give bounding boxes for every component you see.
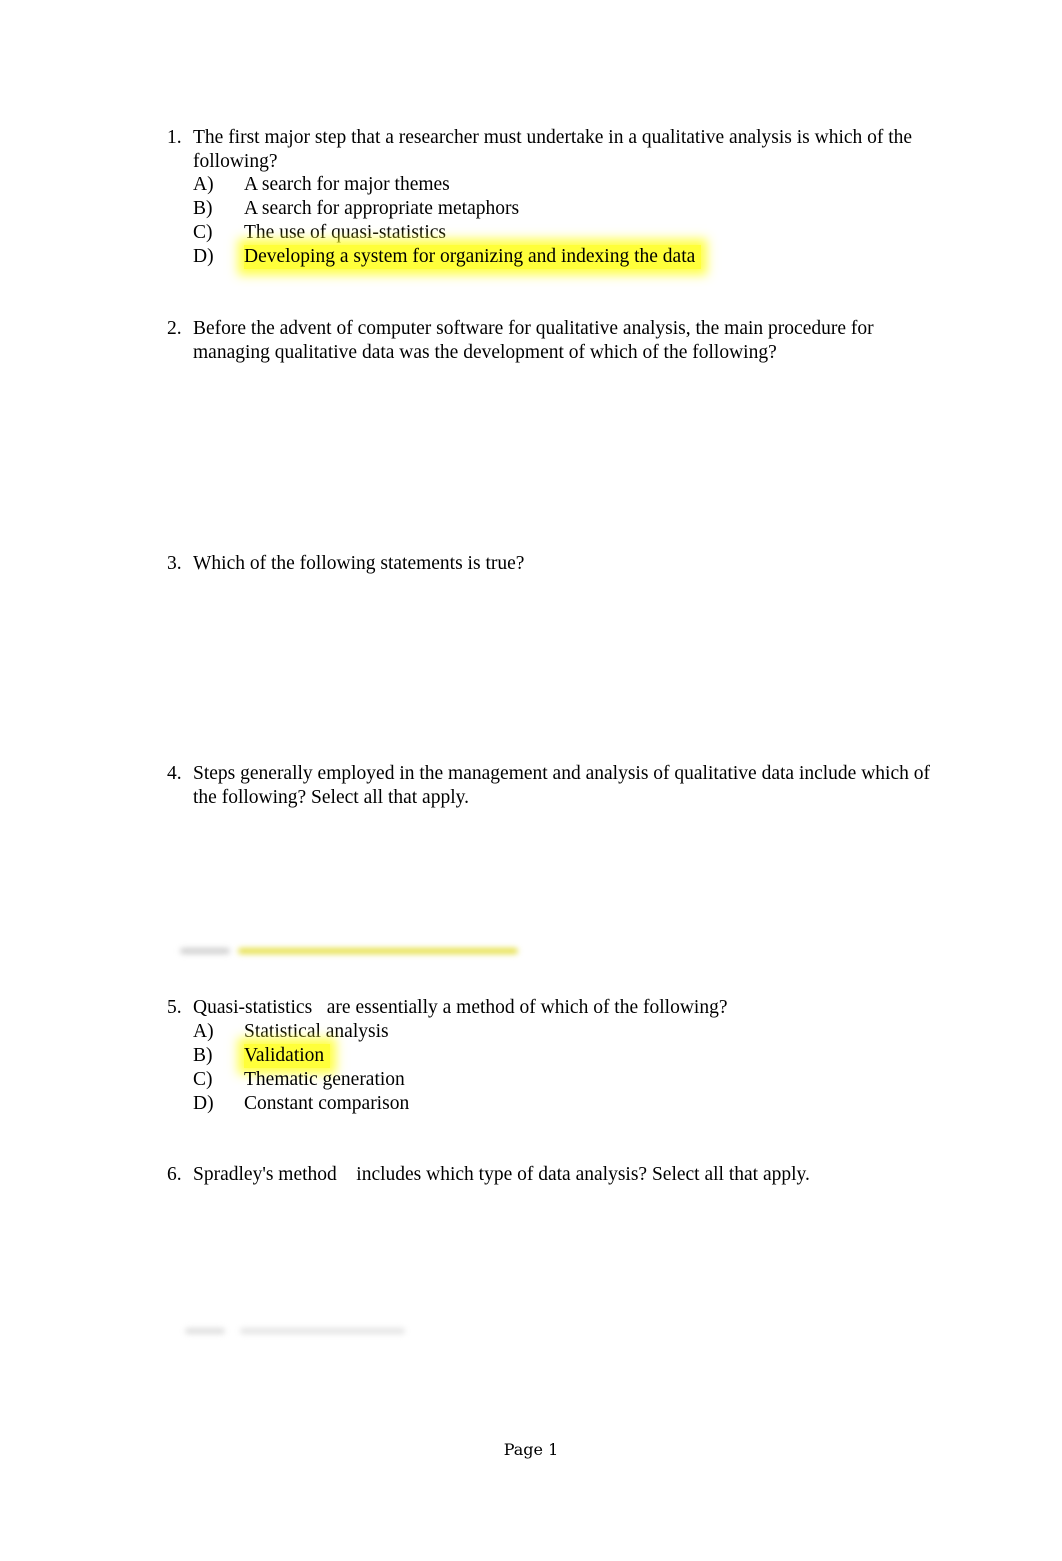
question-text: Steps generally employed in the manageme…	[193, 763, 930, 808]
option-text: Statistical analysis	[244, 1020, 389, 1042]
blurred-highlighted-answer	[238, 948, 518, 954]
option-b: B) A search for appropriate metaphors	[193, 197, 947, 221]
option-d: D) Constant comparison	[193, 1092, 947, 1116]
question-6: 6. Spradley's method includes which type…	[167, 1163, 947, 1187]
blurred-answer	[240, 1328, 405, 1334]
option-a: A) A search for major themes	[193, 173, 947, 197]
option-letter: A)	[193, 174, 214, 195]
blurred-answer-marker	[180, 948, 230, 954]
option-letter: C)	[193, 1068, 213, 1090]
option-c: C) Thematic generation	[193, 1068, 947, 1092]
option-letter: A)	[193, 1020, 214, 1042]
question-5: 5. Quasi-statistics are essentially a me…	[167, 996, 947, 1116]
option-letter: B)	[193, 1044, 213, 1066]
question-number: 2.	[167, 318, 182, 339]
option-b: B) Validation	[193, 1043, 947, 1068]
option-a: A) Statistical analysis	[193, 1020, 947, 1044]
question-3: 3. Which of the following statements is …	[167, 552, 947, 576]
option-text-highlighted: Validation	[244, 1043, 331, 1068]
question-text: The first major step that a researcher m…	[193, 127, 913, 172]
question-text: Before the advent of computer software f…	[193, 318, 874, 363]
question-2: 2. Before the advent of computer softwar…	[167, 317, 947, 364]
question-text: Quasi-statistics are essentially a metho…	[193, 997, 728, 1018]
option-text: Thematic generation	[244, 1068, 405, 1090]
option-text-highlighted: Developing a system for organizing and i…	[244, 245, 702, 269]
question-number: 3.	[167, 553, 182, 574]
option-text: A search for appropriate metaphors	[244, 198, 520, 219]
option-d: D) Developing a system for organizing an…	[193, 245, 947, 269]
question-text: Spradley's method includes which type of…	[193, 1164, 810, 1185]
option-letter: D)	[193, 1092, 214, 1114]
option-text: A search for major themes	[244, 174, 450, 195]
question-number: 1.	[167, 127, 182, 148]
option-text: The use of quasi-statistics	[244, 222, 446, 243]
option-letter: B)	[193, 198, 213, 219]
option-c: C) The use of quasi-statistics	[193, 221, 947, 245]
document-page: 1. The first major step that a researche…	[0, 0, 1062, 1561]
option-letter: C)	[193, 222, 213, 243]
question-number: 4.	[167, 763, 182, 784]
option-letter: D)	[193, 246, 214, 267]
blurred-answer-marker	[185, 1328, 225, 1334]
question-number: 6.	[167, 1164, 182, 1185]
page-number: Page 1	[503, 1440, 559, 1459]
question-4: 4. Steps generally employed in the manag…	[167, 762, 947, 809]
question-1: 1. The first major step that a researche…	[167, 126, 947, 269]
question-number: 5.	[167, 997, 182, 1018]
option-text: Constant comparison	[244, 1092, 410, 1114]
options-list: A) A search for major themes B) A search…	[193, 173, 947, 269]
options-list: A) Statistical analysis B) Validation C)…	[193, 1020, 947, 1116]
question-text: Which of the following statements is tru…	[193, 553, 525, 574]
